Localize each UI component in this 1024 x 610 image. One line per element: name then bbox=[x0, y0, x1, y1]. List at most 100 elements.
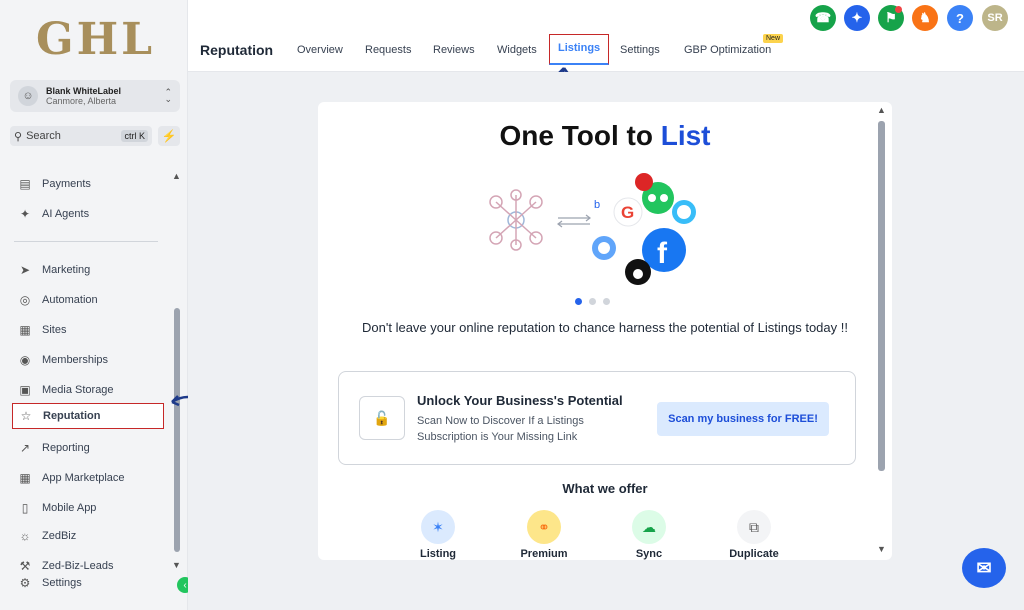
automation-icon: ◎ bbox=[19, 293, 31, 307]
sidebar-item-mobile-app[interactable]: ▯ Mobile App bbox=[12, 495, 164, 521]
sidebar-divider bbox=[14, 241, 158, 242]
offer-duplicate[interactable]: ⧉ Duplicate bbox=[714, 510, 794, 560]
sidebar-item-payments[interactable]: ▤ Payments bbox=[12, 171, 164, 197]
network-hub-icon bbox=[489, 189, 543, 251]
sidebar-item-label: Reputation bbox=[43, 410, 101, 422]
unlock-banner: 🔓 Unlock Your Business's Potential Scan … bbox=[338, 371, 856, 465]
sidebar-item-label: Automation bbox=[42, 294, 98, 306]
listing-icon: ✶ bbox=[421, 510, 455, 544]
tab-requests[interactable]: Requests bbox=[365, 44, 411, 56]
sidebar-item-sites[interactable]: ▦ Sites bbox=[12, 317, 164, 343]
card-scroll-up-icon[interactable]: ▲ bbox=[877, 105, 886, 115]
new-badge: New bbox=[763, 34, 784, 43]
sidebar-item-ai-agents[interactable]: ✦ AI Agents bbox=[12, 201, 164, 227]
payments-icon: ▤ bbox=[19, 177, 31, 191]
avatar[interactable]: SR bbox=[982, 5, 1008, 31]
megaphone-icon: ⚑ bbox=[885, 10, 897, 25]
unlock-title: Unlock Your Business's Potential bbox=[417, 393, 623, 408]
gear-icon: ⚙ bbox=[19, 576, 31, 590]
sidebar-item-settings[interactable]: ⚙ Settings bbox=[12, 570, 164, 596]
sidebar-item-automation[interactable]: ◎ Automation bbox=[12, 287, 164, 313]
offer-sync[interactable]: ☁ Sync bbox=[609, 510, 689, 560]
account-name: Blank WhiteLabel bbox=[46, 86, 122, 96]
offer-label: Listing bbox=[419, 548, 457, 560]
duplicate-icon: ⧉ bbox=[737, 510, 771, 544]
chat-icon: ✉ bbox=[976, 557, 992, 578]
notification-dot bbox=[895, 6, 902, 13]
tab-gbp-optimization[interactable]: GBP Optimization bbox=[684, 44, 771, 56]
tab-widgets[interactable]: Widgets bbox=[497, 44, 537, 56]
sidebar-item-label: Reporting bbox=[42, 442, 90, 454]
magic-button[interactable]: ✦ bbox=[844, 5, 870, 31]
svg-text:f: f bbox=[657, 237, 668, 270]
chevron-left-icon: ‹ bbox=[183, 579, 187, 591]
hero-description: Don't leave your online reputation to ch… bbox=[362, 320, 848, 335]
chevron-updown-icon: ⌃ ⌄ bbox=[164, 87, 172, 104]
sidebar-item-reputation[interactable]: ☆ Reputation bbox=[12, 403, 164, 429]
main-content: One Tool to List G b f Don't leave your … bbox=[188, 72, 1024, 610]
search-shortcut: ctrl K bbox=[121, 130, 148, 142]
carousel-dot[interactable] bbox=[603, 298, 610, 305]
zedbiz-icon: ☼ bbox=[19, 529, 31, 543]
sidebar-item-label: AI Agents bbox=[42, 208, 90, 220]
listing-integrations-illustration: G b f bbox=[489, 173, 696, 285]
sidebar: GHL ☺ Blank WhiteLabel Canmore, Alberta … bbox=[0, 0, 193, 610]
sidebar-item-zedbiz[interactable]: ☼ ZedBiz bbox=[12, 523, 164, 549]
sidebar-scrollbar[interactable] bbox=[174, 308, 180, 552]
phone-button[interactable]: ☎ bbox=[810, 5, 836, 31]
search-input[interactable]: ⚲ Search ctrl K bbox=[10, 126, 152, 146]
tab-overview[interactable]: Overview bbox=[297, 44, 343, 56]
carousel-dot-active[interactable] bbox=[575, 298, 582, 305]
scroll-up-icon[interactable]: ▲ bbox=[172, 171, 181, 181]
chat-support-button[interactable]: ✉ bbox=[962, 548, 1006, 588]
offer-premium[interactable]: ⚭ Premium bbox=[504, 510, 584, 560]
scroll-down-icon[interactable]: ▼ bbox=[172, 560, 181, 570]
help-button[interactable]: ? bbox=[947, 5, 973, 31]
carousel-dot[interactable] bbox=[589, 298, 596, 305]
sidebar-item-memberships[interactable]: ◉ Memberships bbox=[12, 347, 164, 373]
card-scroll-down-icon[interactable]: ▼ bbox=[877, 544, 886, 554]
yelp-icon bbox=[635, 173, 653, 191]
page-title: Reputation bbox=[200, 42, 274, 58]
hero-title-highlight: List bbox=[660, 120, 711, 151]
offer-label: Premium bbox=[520, 548, 568, 560]
hero-title: One Tool to List bbox=[318, 120, 892, 152]
sidebar-item-label: Settings bbox=[42, 577, 82, 589]
sidebar-item-label: Mobile App bbox=[42, 502, 97, 514]
sidebar-item-label: ZedBiz bbox=[42, 530, 77, 542]
bell-icon: ♞ bbox=[919, 10, 931, 25]
brand-logo[interactable]: GHL bbox=[36, 14, 155, 65]
sidebar-item-app-marketplace[interactable]: ▦ App Marketplace bbox=[12, 465, 164, 491]
star-icon: ☆ bbox=[20, 409, 32, 423]
sparkle-icon: ✦ bbox=[19, 207, 31, 221]
help-icon: ? bbox=[956, 10, 964, 26]
tab-listings[interactable]: Listings bbox=[549, 34, 610, 65]
notifications-button[interactable]: ♞ bbox=[912, 5, 938, 31]
account-switcher[interactable]: ☺ Blank WhiteLabel Canmore, Alberta ⌃ ⌄ bbox=[10, 80, 180, 112]
sidebar-item-label: Media Storage bbox=[42, 384, 114, 396]
sidebar-item-media-storage[interactable]: ▣ Media Storage bbox=[12, 377, 164, 403]
announcements-button[interactable]: ⚑ bbox=[878, 5, 904, 31]
hero-title-start: One Tool to bbox=[499, 120, 661, 151]
top-bar: Reputation Overview Requests Reviews Wid… bbox=[188, 0, 1024, 72]
award-icon: ◉ bbox=[19, 353, 31, 367]
bolt-icon: ⚡ bbox=[161, 129, 177, 143]
cloud-icon: ☁ bbox=[632, 510, 666, 544]
sites-icon: ▦ bbox=[19, 323, 31, 337]
scan-business-button[interactable]: Scan my business for FREE! bbox=[657, 402, 829, 436]
tab-reviews[interactable]: Reviews bbox=[433, 44, 475, 56]
offer-listing[interactable]: ✶ Listing bbox=[398, 510, 478, 560]
sidebar-item-label: App Marketplace bbox=[42, 472, 125, 484]
sidebar-item-reporting[interactable]: ↗ Reporting bbox=[12, 435, 164, 461]
quick-action-button[interactable]: ⚡ bbox=[158, 126, 180, 146]
sidebar-item-label: Marketing bbox=[42, 264, 91, 276]
card-scrollbar[interactable] bbox=[878, 121, 885, 471]
search-label: Search bbox=[26, 130, 61, 142]
tab-settings[interactable]: Settings bbox=[620, 44, 660, 56]
offers-title: What we offer bbox=[562, 481, 648, 496]
sidebar-item-marketing[interactable]: ➤ Marketing bbox=[12, 257, 164, 283]
sidebar-item-label: Memberships bbox=[42, 354, 109, 366]
phone-icon: ▯ bbox=[21, 501, 29, 515]
offer-label: Sync bbox=[635, 548, 663, 560]
carousel-dots[interactable] bbox=[575, 298, 610, 305]
